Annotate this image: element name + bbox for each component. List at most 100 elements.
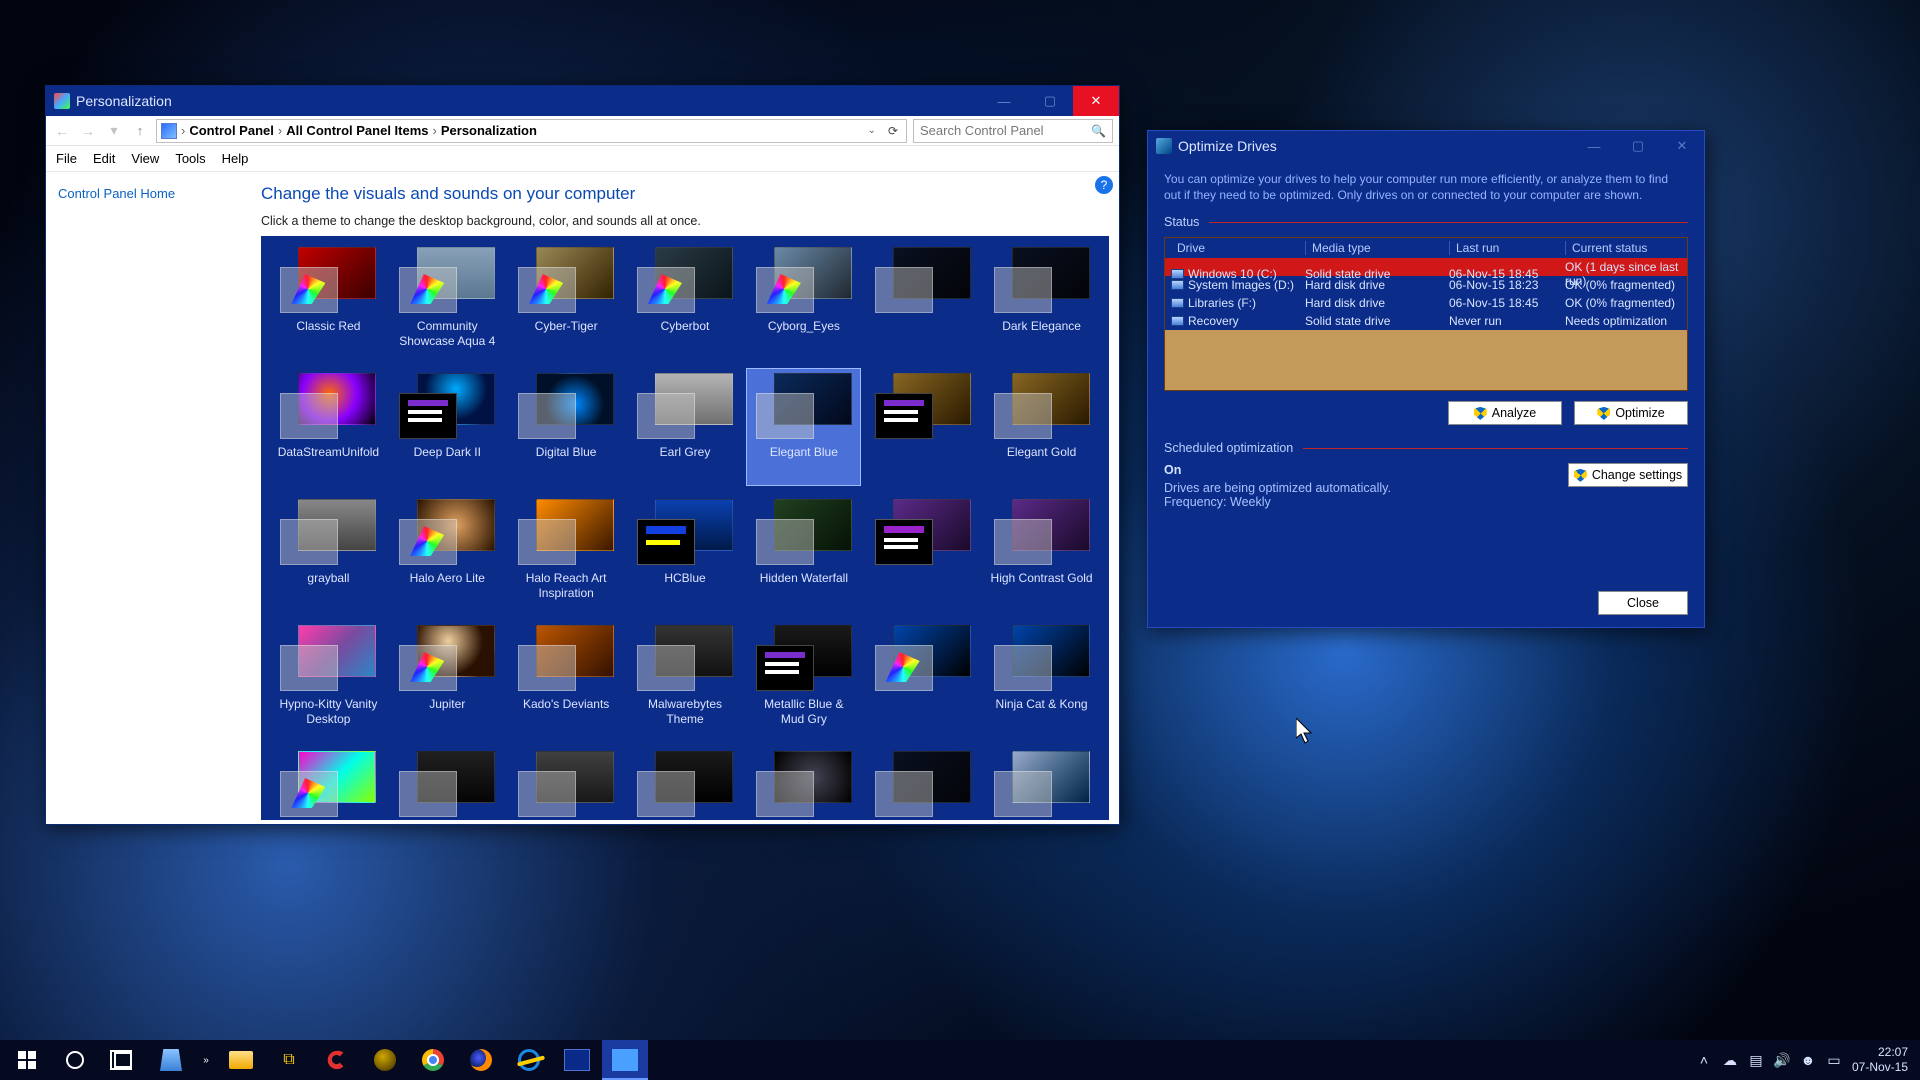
breadcrumb-item[interactable]: Control Panel	[189, 123, 274, 138]
theme-item[interactable]: Earl Grey	[628, 368, 743, 486]
taskbar-app-firefox[interactable]	[458, 1040, 504, 1080]
theme-item[interactable]	[746, 746, 861, 820]
start-button[interactable]	[4, 1040, 50, 1080]
tray-volume-icon[interactable]: 🔊	[1774, 1052, 1790, 1068]
drive-row[interactable]: Windows 10 (C:)Solid state drive06-Nov-1…	[1165, 258, 1687, 276]
theme-item[interactable]	[865, 746, 980, 820]
sidebar-link-home[interactable]: Control Panel Home	[58, 186, 239, 201]
menu-tools[interactable]: Tools	[175, 151, 205, 166]
theme-item[interactable]	[390, 746, 505, 820]
maximize-button[interactable]: ▢	[1616, 131, 1660, 161]
theme-item[interactable]	[865, 620, 980, 738]
col-status[interactable]: Current status	[1565, 241, 1681, 255]
theme-item[interactable]: Cyborg_Eyes	[746, 242, 861, 360]
theme-item[interactable]: Digital Blue	[509, 368, 624, 486]
menu-edit[interactable]: Edit	[93, 151, 115, 166]
theme-scroll-area[interactable]: Classic RedCommunity Showcase Aqua 4Cybe…	[261, 236, 1109, 820]
breadcrumb-item[interactable]: Personalization	[441, 123, 537, 138]
taskbar-clock[interactable]: 22:07 07-Nov-15	[1852, 1045, 1908, 1075]
theme-item[interactable]: Elegant Gold	[984, 368, 1099, 486]
theme-item[interactable]: DataStreamUnifold	[271, 368, 386, 486]
theme-label: Halo Reach Art Inspiration	[514, 571, 619, 601]
menu-view[interactable]: View	[131, 151, 159, 166]
recycle-bin-button[interactable]	[148, 1040, 194, 1080]
address-dropdown-icon[interactable]: ⌄	[864, 125, 880, 136]
maximize-button[interactable]: ▢	[1027, 86, 1073, 116]
toolbar-chevron[interactable]: »	[196, 1040, 216, 1080]
theme-item[interactable]	[865, 494, 980, 612]
theme-item[interactable]: Ninja Cat & Kong	[984, 620, 1099, 738]
theme-item[interactable]: Dark Elegance	[984, 242, 1099, 360]
menu-file[interactable]: File	[56, 151, 77, 166]
theme-item[interactable]: Jupiter	[390, 620, 505, 738]
up-button[interactable]: ↑	[130, 123, 150, 138]
taskbar-app-explorer[interactable]	[218, 1040, 264, 1080]
drive-row[interactable]: System Images (D:)Hard disk drive06-Nov-…	[1165, 276, 1687, 294]
taskbar-app-chrome[interactable]	[410, 1040, 456, 1080]
taskbar-app-generic-2[interactable]	[362, 1040, 408, 1080]
breadcrumb-item[interactable]: All Control Panel Items	[286, 123, 428, 138]
col-drive[interactable]: Drive	[1171, 241, 1301, 255]
task-view-icon	[114, 1052, 132, 1068]
close-button[interactable]: ✕	[1660, 131, 1704, 161]
theme-item[interactable]: Metallic Blue & Mud Gry	[746, 620, 861, 738]
col-lastrun[interactable]: Last run	[1449, 241, 1561, 255]
drive-row[interactable]: RecoverySolid state driveNever runNeeds …	[1165, 312, 1687, 330]
refresh-icon[interactable]: ⟳	[884, 124, 902, 138]
back-button[interactable]: ←	[52, 123, 72, 139]
taskbar-app-ccleaner[interactable]	[314, 1040, 360, 1080]
tray-action-center-icon[interactable]: ▭	[1826, 1052, 1842, 1068]
close-button[interactable]: ✕	[1073, 86, 1119, 116]
taskbar-app-generic-3[interactable]	[554, 1040, 600, 1080]
theme-item[interactable]: Halo Reach Art Inspiration	[509, 494, 624, 612]
taskbar-app-generic-1[interactable]: ⧉	[266, 1040, 312, 1080]
tray-onedrive-icon[interactable]: ☁	[1722, 1052, 1738, 1068]
theme-thumbnail	[994, 499, 1090, 565]
drive-list-empty-area[interactable]	[1165, 330, 1687, 390]
theme-item[interactable]	[865, 242, 980, 360]
titlebar[interactable]: Optimize Drives — ▢ ✕	[1148, 131, 1704, 161]
forward-button[interactable]: →	[78, 123, 98, 139]
minimize-button[interactable]: —	[981, 86, 1027, 116]
theme-item[interactable]: Hidden Waterfall	[746, 494, 861, 612]
taskbar-app-control-panel[interactable]	[602, 1040, 648, 1080]
drive-row[interactable]: Libraries (F:)Hard disk drive06-Nov-15 1…	[1165, 294, 1687, 312]
theme-item[interactable]: Hypno-Kitty Vanity Desktop	[271, 620, 386, 738]
titlebar[interactable]: Personalization — ▢ ✕	[46, 86, 1119, 116]
analyze-button[interactable]: Analyze	[1448, 401, 1562, 425]
theme-item[interactable]: HCBlue	[628, 494, 743, 612]
menu-help[interactable]: Help	[222, 151, 249, 166]
tray-overflow-icon[interactable]: ˄	[1696, 1052, 1712, 1068]
theme-item[interactable]: Kado's Deviants	[509, 620, 624, 738]
theme-item[interactable]	[865, 368, 980, 486]
minimize-button[interactable]: —	[1572, 131, 1616, 161]
tray-security-icon[interactable]: ☻	[1800, 1052, 1816, 1068]
theme-item[interactable]: Classic Red	[271, 242, 386, 360]
cortana-button[interactable]	[52, 1040, 98, 1080]
theme-thumbnail	[518, 499, 614, 565]
optimize-button[interactable]: Optimize	[1574, 401, 1688, 425]
theme-item[interactable]: Cyber-Tiger	[509, 242, 624, 360]
recent-dropdown-icon[interactable]: ▾	[104, 122, 124, 139]
theme-item[interactable]: Deep Dark II	[390, 368, 505, 486]
theme-item[interactable]: High Contrast Gold	[984, 494, 1099, 612]
theme-item[interactable]: Cyberbot	[628, 242, 743, 360]
theme-item[interactable]	[509, 746, 624, 820]
search-input[interactable]: Search Control Panel 🔍	[913, 119, 1113, 143]
task-view-button[interactable]	[100, 1040, 146, 1080]
change-settings-button[interactable]: Change settings	[1568, 463, 1688, 487]
help-icon[interactable]: ?	[1095, 176, 1113, 194]
theme-item[interactable]	[271, 746, 386, 820]
taskbar-app-ie[interactable]	[506, 1040, 552, 1080]
col-media[interactable]: Media type	[1305, 241, 1445, 255]
theme-item[interactable]	[984, 746, 1099, 820]
theme-item[interactable]: Community Showcase Aqua 4	[390, 242, 505, 360]
theme-item[interactable]: Malwarebytes Theme	[628, 620, 743, 738]
theme-item[interactable]: Elegant Blue	[746, 368, 861, 486]
theme-item[interactable]: grayball	[271, 494, 386, 612]
theme-item[interactable]: Halo Aero Lite	[390, 494, 505, 612]
close-dialog-button[interactable]: Close	[1598, 591, 1688, 615]
tray-network-icon[interactable]: ▤	[1748, 1052, 1764, 1068]
theme-item[interactable]	[628, 746, 743, 820]
address-bar[interactable]: › Control Panel › All Control Panel Item…	[156, 119, 907, 143]
